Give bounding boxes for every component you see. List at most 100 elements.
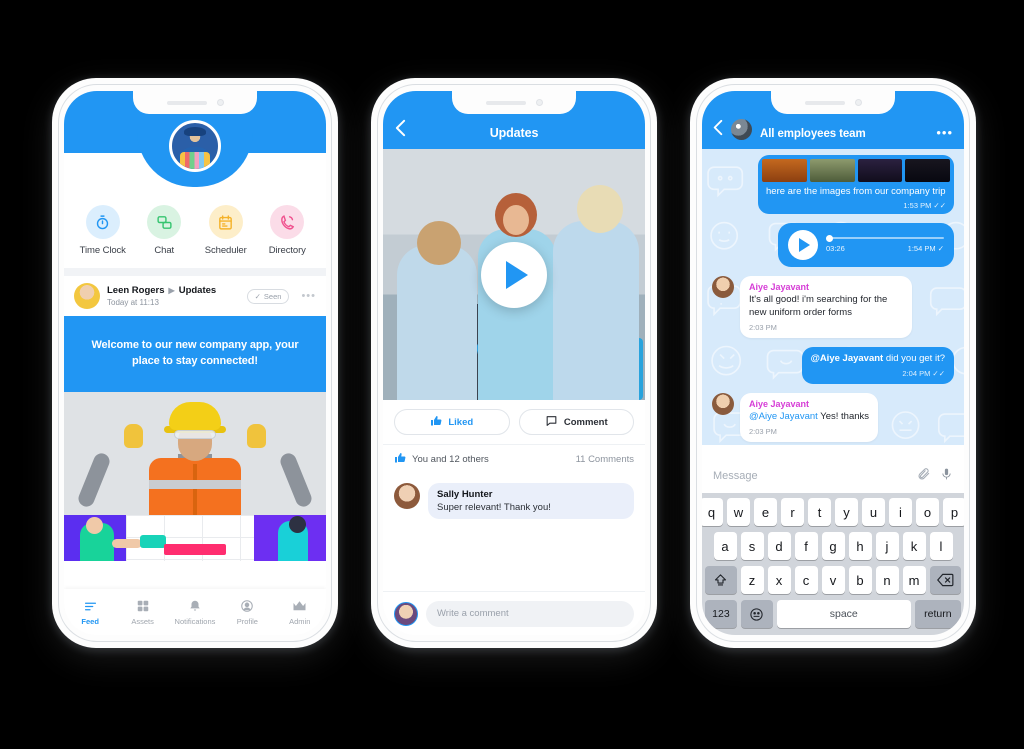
- play-icon[interactable]: [481, 241, 547, 308]
- key-g[interactable]: g: [821, 532, 845, 560]
- key-f[interactable]: f: [794, 532, 818, 560]
- post-channel[interactable]: Updates: [179, 285, 216, 296]
- message-incoming[interactable]: Aiye Jayavant @Aiye Jayavant Yes! thanks…: [712, 392, 954, 442]
- space-key[interactable]: space: [776, 600, 911, 628]
- quick-action-chat[interactable]: Chat: [135, 205, 193, 256]
- message-time: 1:53 PM: [903, 201, 932, 211]
- post-author-line: Leen Rogers ▶ Updates: [107, 285, 240, 296]
- phone-updates: Updates Liked Comment You and 12 others …: [371, 78, 657, 648]
- thumbnail[interactable]: [809, 159, 855, 182]
- key-a[interactable]: a: [713, 532, 737, 560]
- key-o[interactable]: o: [916, 498, 939, 526]
- quick-action-time-clock[interactable]: Time Clock: [74, 205, 132, 256]
- back-button[interactable]: [713, 119, 723, 140]
- mention-tag[interactable]: @Aiye Jayavant: [811, 353, 884, 364]
- comment-input[interactable]: Write a comment: [426, 600, 634, 627]
- emoji-key[interactable]: [740, 600, 773, 628]
- key-d[interactable]: d: [767, 532, 791, 560]
- shift-key[interactable]: [705, 566, 737, 594]
- key-b[interactable]: b: [848, 566, 872, 594]
- image-caption: here are the images from our company tri…: [766, 186, 946, 197]
- read-receipt-icon: ✓: [937, 244, 944, 254]
- backspace-key[interactable]: [929, 566, 961, 594]
- voice-progress[interactable]: 03:26 1:54 PM ✓: [826, 234, 944, 253]
- key-m[interactable]: m: [902, 566, 926, 594]
- key-z[interactable]: z: [740, 566, 764, 594]
- tab-feed[interactable]: Feed: [64, 598, 116, 626]
- sender-avatar[interactable]: [712, 392, 734, 415]
- like-button[interactable]: Liked: [394, 409, 510, 435]
- quick-action-directory[interactable]: Directory: [258, 205, 316, 256]
- post-author: Leen Rogers: [107, 285, 165, 296]
- key-v[interactable]: v: [821, 566, 845, 594]
- illustration-head-right: [289, 515, 306, 533]
- tab-profile[interactable]: Profile: [221, 598, 273, 626]
- microphone-icon[interactable]: [940, 467, 953, 486]
- thumbnail[interactable]: [905, 159, 950, 182]
- back-button[interactable]: [395, 119, 417, 140]
- group-avatar[interactable]: [731, 119, 752, 140]
- return-key[interactable]: return: [914, 600, 961, 628]
- tab-notifications[interactable]: Notifications: [169, 598, 221, 626]
- key-n[interactable]: n: [875, 566, 899, 594]
- key-j[interactable]: j: [875, 532, 899, 560]
- message-images-outgoing[interactable]: here are the images from our company tri…: [712, 155, 954, 215]
- more-dots-icon[interactable]: •••: [936, 125, 953, 140]
- paperclip-icon[interactable]: [917, 467, 931, 486]
- status-badge[interactable]: ✓ Seen: [246, 288, 290, 304]
- key-w[interactable]: w: [727, 498, 750, 526]
- key-x[interactable]: x: [767, 566, 791, 594]
- comment-text: Super relevant! Thank you!: [437, 502, 551, 513]
- key-e[interactable]: e: [754, 498, 777, 526]
- post-menu-button[interactable]: •••: [296, 290, 316, 302]
- progress-handle[interactable]: [826, 234, 833, 242]
- post-photo-worker[interactable]: [64, 391, 326, 515]
- voice-time-status: 1:54 PM ✓: [908, 244, 944, 253]
- key-c[interactable]: c: [794, 566, 818, 594]
- message-body: Yes! thanks: [817, 410, 870, 422]
- profile-avatar[interactable]: [169, 120, 221, 172]
- key-h[interactable]: h: [848, 532, 872, 560]
- key-s[interactable]: s: [740, 532, 764, 560]
- quick-actions: Time Clock Chat Scheduler Directory: [64, 201, 326, 268]
- commenter-avatar[interactable]: [394, 483, 420, 509]
- mention-tag[interactable]: @Aiye Jayavant: [749, 411, 818, 422]
- tab-label: Notifications: [174, 617, 216, 626]
- key-p[interactable]: p: [943, 498, 964, 526]
- message-input[interactable]: Message: [713, 470, 908, 482]
- key-u[interactable]: u: [862, 498, 885, 526]
- thumbnail[interactable]: [857, 159, 903, 182]
- grid-icon: [117, 598, 169, 614]
- message-voice-outgoing[interactable]: 03:26 1:54 PM ✓: [712, 223, 954, 268]
- comment-item: Sally Hunter Super relevant! Thank you!: [383, 474, 645, 528]
- quick-action-scheduler[interactable]: Scheduler: [197, 205, 255, 256]
- thumbnail[interactable]: [762, 159, 807, 182]
- numbers-key[interactable]: 123: [705, 600, 737, 628]
- key-i[interactable]: i: [889, 498, 912, 526]
- post-video[interactable]: [383, 149, 645, 400]
- front-camera: [216, 99, 224, 106]
- key-r[interactable]: r: [781, 498, 804, 526]
- voice-bubble: 03:26 1:54 PM ✓: [778, 223, 954, 268]
- key-q[interactable]: q: [702, 498, 723, 526]
- key-y[interactable]: y: [835, 498, 858, 526]
- sender-avatar[interactable]: [712, 276, 734, 299]
- quick-action-label: Directory: [268, 245, 306, 256]
- likes-summary[interactable]: You and 12 others: [394, 452, 489, 467]
- chat-messages[interactable]: here are the images from our company tri…: [702, 149, 964, 445]
- message-incoming[interactable]: Aiye Jayavant It's all good! i'm searchi…: [712, 276, 954, 338]
- voice-meta: 03:26 1:54 PM ✓: [826, 244, 944, 253]
- author-avatar[interactable]: [74, 283, 100, 309]
- post-illustration[interactable]: [64, 514, 326, 561]
- comments-count[interactable]: 11 Comments: [576, 454, 634, 465]
- key-t[interactable]: t: [808, 498, 831, 526]
- images-bubble: here are the images from our company tri…: [758, 155, 954, 215]
- key-k[interactable]: k: [902, 532, 926, 560]
- tab-admin[interactable]: Admin: [274, 598, 326, 626]
- tab-assets[interactable]: Assets: [117, 598, 169, 626]
- key-l[interactable]: l: [929, 532, 953, 560]
- play-icon[interactable]: [788, 230, 818, 261]
- comment-button[interactable]: Comment: [518, 409, 634, 435]
- message-outgoing[interactable]: @Aiye Jayavant did you get it? 2:04 PM ✓…: [712, 346, 954, 384]
- quick-action-label: Time Clock: [79, 245, 126, 256]
